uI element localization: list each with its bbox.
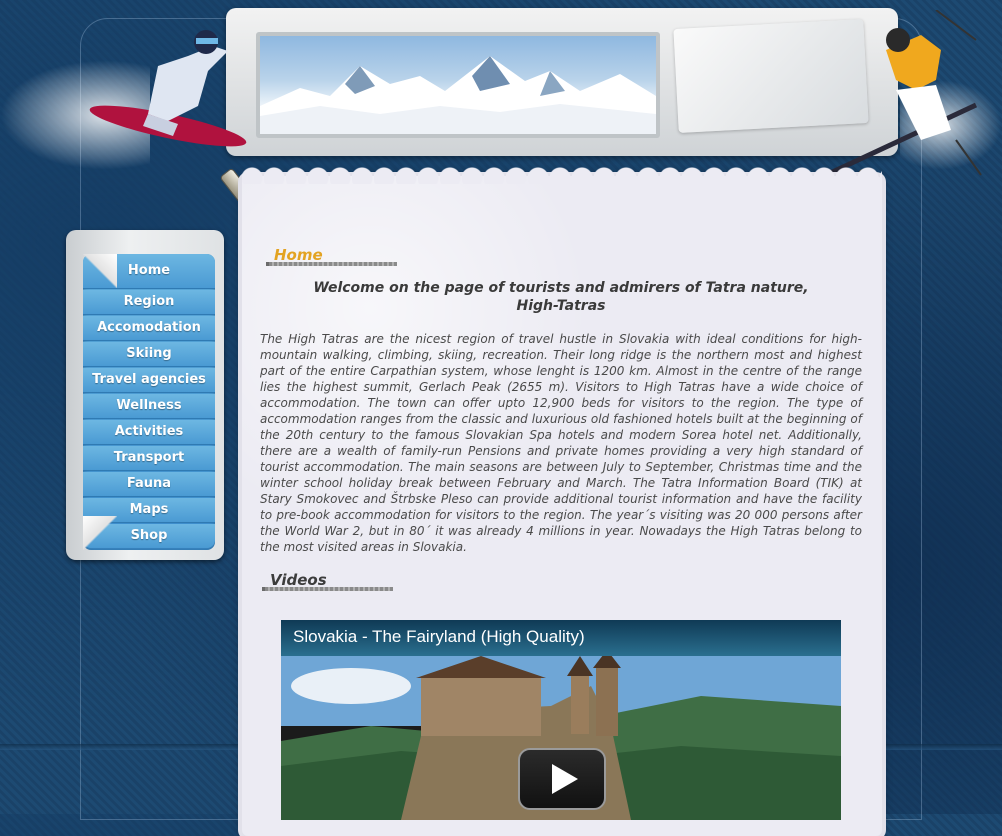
page-curl-top (83, 254, 117, 288)
mountain-photo (256, 32, 660, 138)
heading-underline (262, 587, 393, 591)
play-button[interactable] (518, 748, 606, 810)
home-heading: Home (266, 246, 397, 266)
videos-heading: Videos (262, 571, 393, 591)
video-title-bar: Slovakia - The Fairyland (High Quality) (281, 620, 841, 656)
welcome-line-1: Welcome on the page of tourists and admi… (313, 280, 809, 296)
snowboarder-illustration (89, 30, 247, 147)
nav-item-fauna[interactable]: Fauna (83, 472, 215, 497)
nav-item-skiing[interactable]: Skiing (83, 342, 215, 367)
welcome-line-2: High-Tatras (516, 298, 606, 314)
welcome-title: Welcome on the page of tourists and admi… (262, 279, 860, 315)
play-icon (552, 764, 578, 794)
nav-item-wellness[interactable]: Wellness (83, 394, 215, 419)
nav-item-activities[interactable]: Activities (83, 420, 215, 445)
nav-item-accomodation[interactable]: Accomodation (83, 316, 215, 341)
main-nav: Home Region Accomodation Skiing Travel a… (83, 254, 215, 550)
nav-item-region[interactable]: Region (83, 290, 215, 315)
header-banner (226, 8, 898, 156)
page-curl-bottom (83, 516, 117, 550)
nav-item-travel-agencies[interactable]: Travel agencies (83, 368, 215, 393)
intro-paragraph: The High Tatras are the nicest region of… (260, 332, 862, 554)
video-title[interactable]: Slovakia - The Fairyland (High Quality) (293, 627, 585, 647)
skier-illustration (826, 10, 982, 178)
video-player[interactable]: Slovakia - The Fairyland (High Quality) (281, 620, 841, 820)
heading-underline (266, 262, 397, 266)
nav-item-transport[interactable]: Transport (83, 446, 215, 471)
